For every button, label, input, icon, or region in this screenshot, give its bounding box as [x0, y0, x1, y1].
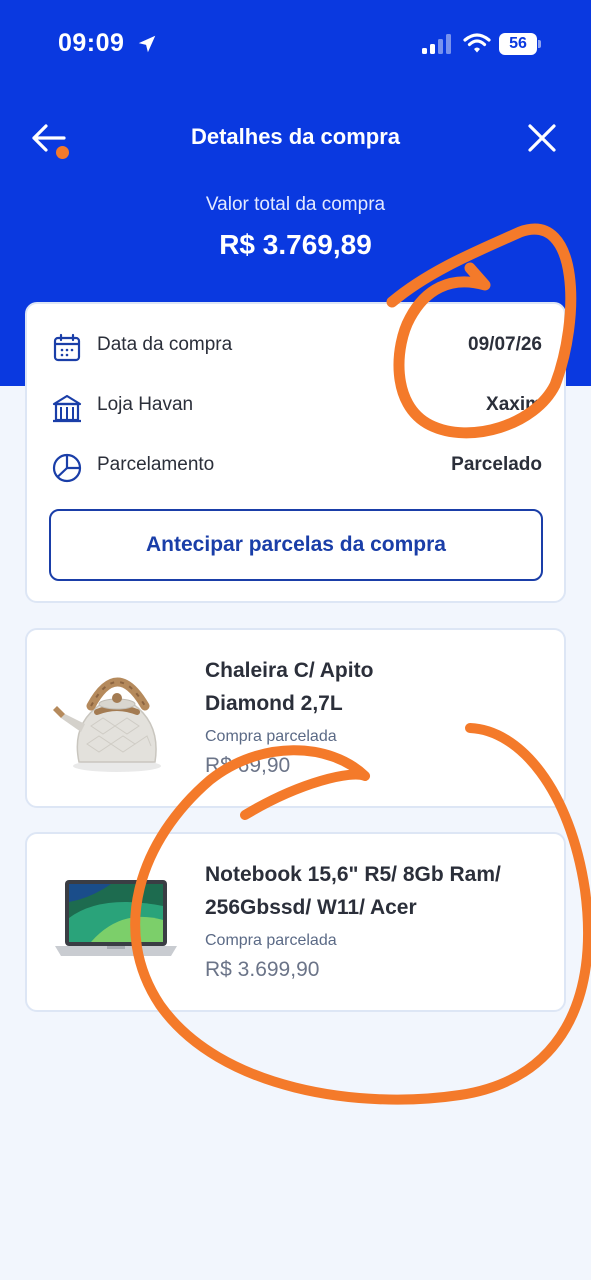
kettle-image: [53, 677, 161, 772]
product-name-line2: Diamond 2,7L: [205, 692, 343, 715]
product-purchase-type: Compra parcelada: [205, 932, 337, 949]
anticipate-installments-button[interactable]: Antecipar parcelas da compra: [49, 509, 543, 581]
purchase-date-label: Data da compra: [97, 334, 233, 355]
page-title: Detalhes da compra: [190, 124, 401, 149]
status-time: 09:09: [58, 29, 125, 57]
product-name: Notebook 15,6" R5/ 8Gb Ram/ 256Gbssd/ W1…: [205, 858, 555, 924]
close-button[interactable]: [524, 120, 560, 156]
product-name-line1: Notebook 15,6" R5/ 8Gb Ram/: [205, 863, 501, 886]
total-value: R$ 3.769,89: [219, 229, 372, 260]
product-purchase-type: Compra parcelada: [205, 728, 337, 745]
location-arrow-icon: [138, 35, 156, 53]
product-name: Chaleira C/ Apito Diamond 2,7L: [205, 654, 555, 720]
store-row: Loja Havan Xaxim: [27, 386, 564, 426]
signal-icon: [422, 34, 451, 54]
status-bar: 09:09 56: [0, 0, 591, 90]
pie-chart-icon: [52, 453, 82, 483]
total-label: Valor total da compra: [205, 194, 386, 215]
product-card-kettle[interactable]: Chaleira C/ Apito Diamond 2,7L Compra pa…: [25, 628, 566, 808]
installment-value: Parcelado: [451, 454, 542, 475]
store-value: Xaxim: [486, 394, 542, 415]
installment-label: Parcelamento: [97, 454, 215, 475]
store-label: Loja Havan: [97, 394, 194, 415]
battery-icon: 56: [499, 33, 537, 55]
calendar-icon: [53, 333, 81, 362]
product-price: R$ 3.699,90: [205, 958, 320, 981]
product-name-line1: Chaleira C/ Apito: [205, 659, 374, 682]
purchase-info-card: Data da compra 09/07/26 Loja Havan Xaxim…: [25, 302, 566, 603]
store-icon: [52, 394, 82, 423]
purchase-date-value: 09/07/26: [468, 334, 542, 355]
battery-cap: [538, 40, 541, 48]
purchase-date-row: Data da compra 09/07/26: [27, 326, 564, 366]
installment-row: Parcelamento Parcelado: [27, 446, 564, 486]
product-card-notebook[interactable]: Notebook 15,6" R5/ 8Gb Ram/ 256Gbssd/ W1…: [25, 832, 566, 1012]
wifi-icon: [463, 33, 491, 53]
product-name-line2: 256Gbssd/ W11/ Acer: [205, 896, 417, 919]
laptop-image: [55, 880, 177, 956]
product-price: R$ 69,90: [205, 754, 291, 777]
